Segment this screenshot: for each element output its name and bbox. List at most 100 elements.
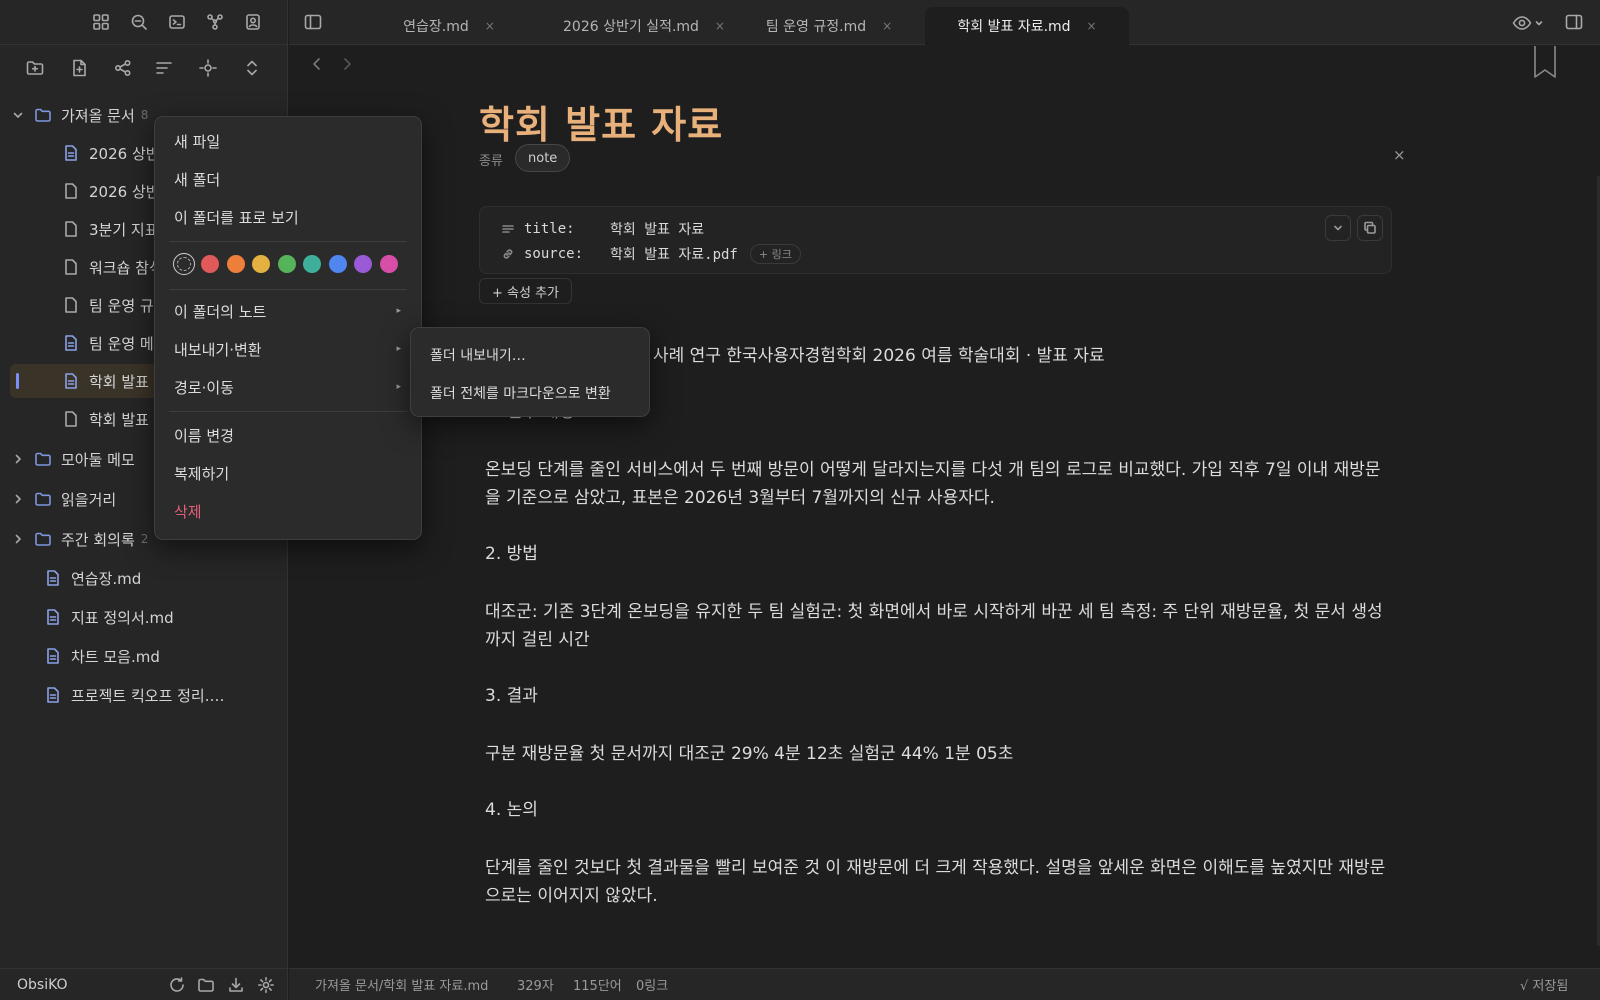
new-folder-icon[interactable]	[24, 57, 46, 79]
submenu-arrow-icon: ▸	[396, 344, 401, 354]
download-icon[interactable]	[226, 975, 246, 995]
reading-view-icon[interactable]	[1512, 12, 1546, 34]
color-swatch-orange[interactable]	[226, 255, 245, 273]
export-submenu: 폴더 내보내기… 폴더 전체를 마크다운으로 변환	[410, 327, 650, 417]
menu-item-path-move[interactable]: 경로·이동 ▸	[155, 370, 421, 404]
add-property-button[interactable]: + 속성 추가	[479, 278, 572, 304]
forward-arrow-icon[interactable]	[340, 56, 354, 72]
file-label: 차트 모음.md	[71, 647, 160, 666]
color-swatch-pink[interactable]	[379, 255, 398, 273]
heading[interactable]: 2. 방법	[485, 540, 1392, 568]
crosshair-icon[interactable]	[197, 57, 219, 79]
tree-file-item[interactable]: 차트 모음.md	[44, 639, 280, 673]
tab-close-icon[interactable]: ×	[882, 19, 892, 33]
sidebar-footer: ObsiKO	[0, 968, 288, 1000]
close-icon[interactable]: ×	[1393, 146, 1406, 164]
tab-close-icon[interactable]: ×	[485, 19, 495, 33]
note-title[interactable]: 학회 발표 자료	[479, 94, 723, 149]
paragraph[interactable]: 사례 연구 한국사용자경험학회 2026 여름 학술대회 · 발표 자료	[653, 342, 1413, 370]
terminal-icon[interactable]	[166, 11, 188, 33]
refresh-icon[interactable]	[167, 975, 187, 995]
color-swatch-blue[interactable]	[328, 255, 347, 273]
tab-h1-results[interactable]: 2026 상반기 실적.md ×	[539, 7, 749, 45]
link-icon	[502, 248, 514, 260]
menu-item-view-as-table[interactable]: 이 폴더를 표로 보기	[155, 200, 421, 234]
search-icon[interactable]	[128, 11, 150, 33]
color-swatch-none[interactable]	[173, 253, 195, 275]
text-lines-icon	[502, 223, 514, 235]
folder-context-menu: 새 파일 새 폴더 이 폴더를 표로 보기 이 폴더의 노트 ▸ 내보내기·변환…	[154, 116, 422, 540]
gear-icon[interactable]	[256, 975, 276, 995]
tab-close-icon[interactable]: ×	[715, 19, 725, 33]
tab-close-icon[interactable]: ×	[1087, 19, 1097, 33]
menu-item-rename[interactable]: 이름 변경	[155, 418, 421, 452]
status-path[interactable]: 가져올 문서/학회 발표 자료.md	[315, 975, 488, 994]
document-icon	[62, 372, 80, 390]
new-note-icon[interactable]	[68, 57, 90, 79]
tree-file-item[interactable]: 프로젝트 킥오프 정리.…	[44, 678, 280, 712]
collapse-properties-button[interactable]	[1325, 215, 1351, 241]
heading[interactable]: 3. 결과	[485, 682, 1392, 710]
contact-card-icon[interactable]	[242, 11, 264, 33]
status-bar: 가져올 문서/학회 발표 자료.md 329자 115단어 0링크 √ 저장됨	[289, 968, 1600, 1000]
property-value[interactable]: 학회 발표 자료.pdf	[610, 244, 738, 264]
heading[interactable]: 4. 논의	[485, 796, 1392, 824]
property-value[interactable]: 학회 발표 자료	[610, 219, 704, 239]
active-indicator	[16, 373, 19, 389]
file-icon	[62, 296, 80, 314]
menu-item-new-file[interactable]: 새 파일	[155, 124, 421, 158]
color-swatch-green[interactable]	[277, 255, 296, 273]
menu-item-new-folder[interactable]: 새 폴더	[155, 162, 421, 196]
kind-tag-chip[interactable]: note	[515, 144, 571, 172]
tree-file-item[interactable]: 지표 정의서.md	[44, 600, 280, 634]
file-icon	[62, 220, 80, 238]
document-icon	[44, 608, 62, 626]
menu-item-convert-to-markdown[interactable]: 폴더 전체를 마크다운으로 변환	[411, 376, 649, 410]
grid-icon[interactable]	[90, 11, 112, 33]
menu-item-duplicate[interactable]: 복제하기	[155, 456, 421, 490]
menu-item-export-convert[interactable]: 내보내기·변환 ▸	[155, 332, 421, 366]
folder-count: 2	[140, 532, 149, 546]
document-icon	[62, 334, 80, 352]
graph-icon[interactable]	[204, 11, 226, 33]
menu-item-delete[interactable]: 삭제	[155, 494, 421, 528]
property-row-title[interactable]: title: 학회 발표 자료	[502, 219, 704, 239]
tab-practice[interactable]: 연습장.md ×	[359, 7, 539, 45]
submenu-arrow-icon: ▸	[396, 382, 401, 392]
sidebar-toggle-icon[interactable]	[303, 12, 325, 34]
menu-item-label: 이 폴더의 노트	[174, 302, 267, 321]
menu-item-notes-in-folder[interactable]: 이 폴더의 노트 ▸	[155, 294, 421, 328]
bookmark-icon[interactable]	[1532, 46, 1558, 80]
menu-item-export-folder[interactable]: 폴더 내보내기…	[411, 338, 649, 372]
tree-file-item[interactable]: 연습장.md	[44, 561, 280, 595]
expand-collapse-icon[interactable]	[241, 57, 263, 79]
color-swatch-teal[interactable]	[303, 255, 321, 273]
right-sidebar-toggle-icon[interactable]	[1564, 12, 1586, 34]
tab-team-rules[interactable]: 팀 운영 규정.md ×	[749, 7, 909, 45]
file-label: 지표 정의서.md	[71, 608, 174, 627]
folder-icon	[34, 530, 52, 548]
property-key: source:	[524, 246, 584, 262]
add-link-chip[interactable]: + 링크	[749, 244, 801, 264]
paragraph[interactable]: 대조군: 기존 3단계 온보딩을 유지한 두 팀 실험군: 첫 화면에서 바로 …	[485, 598, 1392, 654]
folder-open-icon[interactable]	[196, 975, 216, 995]
document-icon	[44, 647, 62, 665]
tab-label: 학회 발표 자료.md	[957, 19, 1071, 35]
paragraph[interactable]: 구분 재방문율 첫 문서까지 대조군 29% 4분 12초 실험군 44% 1분…	[485, 740, 1392, 768]
tab-label: 2026 상반기 실적.md	[563, 19, 699, 35]
property-row-source[interactable]: source: 학회 발표 자료.pdf + 링크	[502, 244, 801, 264]
back-arrow-icon[interactable]	[310, 56, 324, 72]
sort-icon[interactable]	[153, 57, 175, 79]
tab-label: 연습장.md	[403, 19, 469, 35]
paragraph[interactable]: 단계를 줄인 것보다 첫 결과물을 빨리 보여준 것 이 재방문에 더 크게 작…	[485, 854, 1392, 910]
color-swatch-red[interactable]	[201, 255, 219, 273]
color-swatch-yellow[interactable]	[252, 255, 270, 273]
vault-name[interactable]: ObsiKO	[17, 977, 68, 993]
copy-icon[interactable]	[1357, 215, 1383, 241]
hierarchy-icon[interactable]	[112, 57, 134, 79]
tab-label: 팀 운영 규정.md	[765, 19, 867, 35]
tab-conference-slides[interactable]: 학회 발표 자료.md ×	[925, 7, 1129, 45]
property-key: title:	[524, 221, 575, 237]
paragraph[interactable]: 온보딩 단계를 줄인 서비스에서 두 번째 방문이 어떻게 달라지는지를 다섯 …	[485, 456, 1392, 512]
color-swatch-purple[interactable]	[354, 255, 372, 273]
